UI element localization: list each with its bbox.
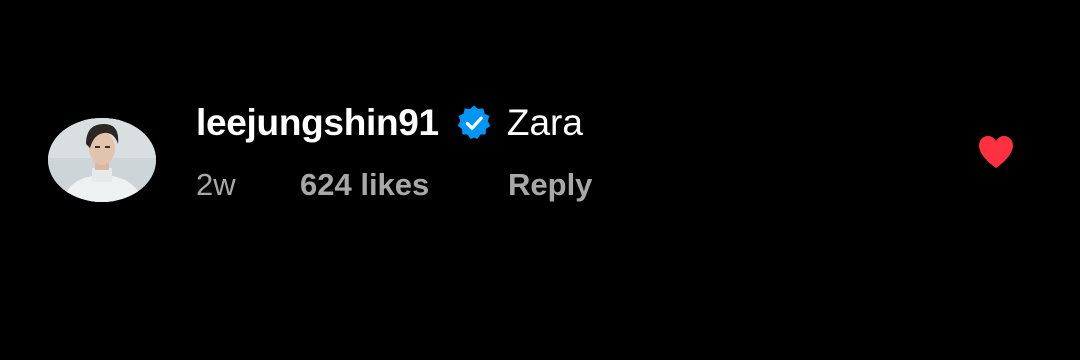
comment-body: leejungshin91 Zara 2w 624 likes Reply xyxy=(196,98,592,208)
heart-icon[interactable] xyxy=(977,134,1015,170)
avatar[interactable] xyxy=(48,118,156,202)
comment-text: Zara xyxy=(506,102,583,143)
comment-row: leejungshin91 Zara 2w 624 likes Reply xyxy=(0,0,1080,360)
reply-button[interactable]: Reply xyxy=(508,167,592,203)
comment-time: 2w xyxy=(196,167,236,202)
likes-count[interactable]: 624 likes xyxy=(300,167,508,203)
comment-meta: 2w 624 likes Reply xyxy=(196,162,592,208)
username[interactable]: leejungshin91 xyxy=(196,102,439,144)
verified-badge-icon xyxy=(455,104,493,142)
comment-header: leejungshin91 Zara xyxy=(196,98,592,148)
avatar-photo xyxy=(48,118,156,202)
